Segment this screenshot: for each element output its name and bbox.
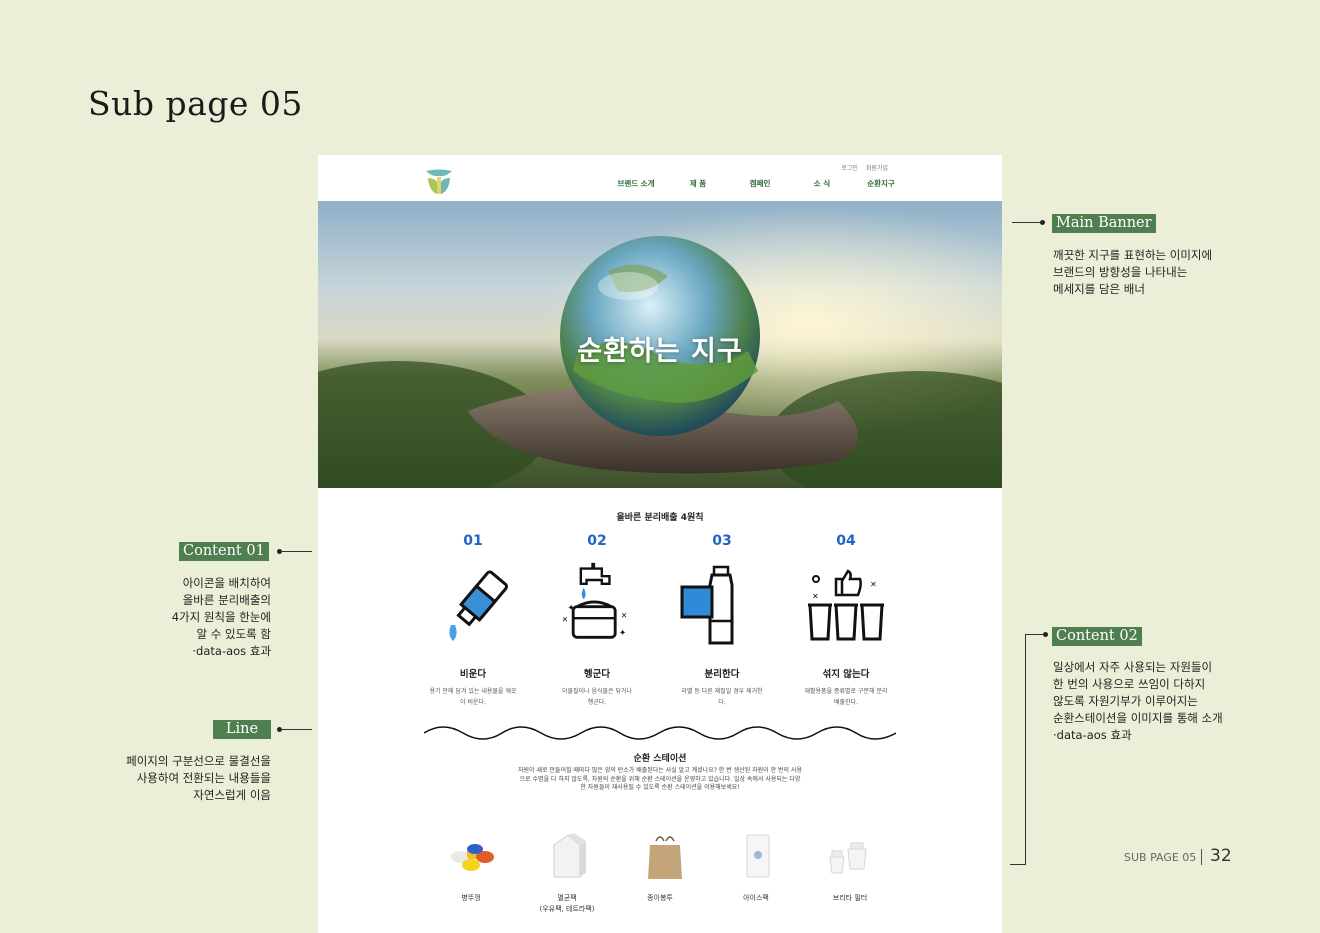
footer-divider [1201, 849, 1202, 865]
station-item-label: 멸균팩 [557, 894, 577, 902]
connector-dot [1040, 220, 1045, 225]
site-mockup: 로그인 회원가입 브랜드 소개 제 품 캠페인 소 식 순환지구 순환하는 지구… [318, 155, 1002, 933]
bottle-label-icon [680, 565, 734, 645]
site-header: 로그인 회원가입 브랜드 소개 제 품 캠페인 소 식 순환지구 [318, 155, 1002, 201]
rule-title: 섞지 않는다 [822, 669, 870, 680]
nav-brand[interactable]: 브랜드 소개 [603, 178, 669, 189]
nav-products[interactable]: 제 품 [669, 178, 727, 189]
rule-number: 04 [836, 533, 856, 549]
banner-title: 순환하는 지구 [577, 336, 743, 367]
rule-description: 라벨 등 다른 재질일 경우 제거한다. [681, 688, 763, 706]
annotation-tag-main-banner: Main Banner [1052, 214, 1156, 233]
utility-nav: 로그인 회원가입 [841, 163, 888, 172]
station-item-label: 브리타 필터 [832, 894, 868, 902]
station-heading: 순환 스테이션 [633, 754, 687, 764]
annotation-note-content02: 일상에서 자주 사용되는 자원들이 한 번의 사용으로 쓰임이 다하지 않도록 … [1053, 660, 1223, 742]
svg-text:✦: ✦ [567, 604, 574, 614]
connector-line [1010, 864, 1026, 865]
rule-number: 02 [587, 533, 607, 549]
rule-description: 이물질이나 음식물은 닦거나 헹군다. [561, 688, 633, 706]
paper-bag-icon [648, 836, 682, 879]
rule-description: 용기 안에 담겨 있는 내용물을 깨끗이 비운다. [429, 688, 517, 706]
faucet-rinse-icon: ✕ ✕ ✦ ✦ [562, 562, 627, 639]
nav-campaign[interactable]: 캠페인 [727, 178, 793, 189]
annotation-note-main-banner: 깨끗한 지구를 표현하는 이미지에 브랜드의 방향성을 나타내는 메세지를 담은… [1053, 248, 1213, 296]
svg-text:✕: ✕ [562, 615, 568, 624]
connector-line [1025, 634, 1026, 864]
rule-title: 분리한다 [704, 669, 740, 680]
station-item-sublabel: (우유팩, 테트라팩) [539, 905, 595, 913]
svg-text:✕: ✕ [870, 580, 877, 589]
station-description: 자원이 새로 만들어질 때마다 많은 양의 탄소가 배출된다는 사실 알고 계셨… [518, 767, 803, 791]
connector-line [280, 551, 312, 552]
connector-line [280, 729, 312, 730]
recycle-bins-icon: ✕ ✕ [808, 569, 884, 641]
rule-title: 헹군다 [583, 669, 611, 680]
svg-text:✕: ✕ [812, 592, 819, 601]
annotation-note-line: 페이지의 구분선으로 물결선을 사용하여 전환되는 내용들을 자연스럽게 이음 [126, 754, 271, 802]
page-number: 32 [1210, 846, 1232, 866]
station-item-label: 아이스팩 [743, 894, 769, 902]
rule-number: 03 [712, 533, 732, 549]
rule-number: 01 [463, 533, 483, 549]
brita-filter-icon [829, 842, 867, 874]
station-item-label: 병뚜껑 [461, 894, 481, 902]
nav-circular-earth[interactable]: 순환지구 [851, 178, 911, 189]
connector-dot [1043, 632, 1048, 637]
station-item-label: 종이봉투 [647, 894, 673, 902]
rule-title: 비운다 [459, 669, 487, 680]
page-title: Sub page 05 [88, 84, 303, 123]
brand-logo-icon[interactable] [424, 169, 454, 195]
milk-carton-icon [553, 833, 586, 878]
rule-description: 재활용품을 종류별로 구분해 분리배출한다. [804, 688, 888, 706]
svg-text:✕: ✕ [621, 611, 627, 620]
annotation-tag-content02: Content 02 [1052, 627, 1142, 646]
nav-news[interactable]: 소 식 [793, 178, 851, 189]
login-link[interactable]: 로그인 [841, 163, 858, 172]
ice-pack-icon [746, 834, 770, 878]
svg-text:✦: ✦ [619, 628, 626, 638]
signup-link[interactable]: 회원가입 [866, 163, 888, 172]
bottle-caps-icon [451, 844, 494, 871]
annotation-tag-content01: Content 01 [179, 542, 269, 561]
annotation-tag-line: Line [213, 720, 271, 739]
main-nav: 브랜드 소개 제 품 캠페인 소 식 순환지구 [603, 178, 911, 189]
annotation-note-content01: 아이콘을 배치하여 올바른 분리배출의 4가지 원칙을 한눈에 알 수 있도록 … [171, 576, 271, 658]
bottle-pour-icon [449, 570, 509, 641]
footer-section-label: SUB PAGE 05 [1124, 851, 1197, 864]
wave-divider [424, 726, 896, 740]
main-banner: 순환하는 지구 [318, 201, 1002, 488]
rules-heading: 올바른 분리배출 4원칙 [616, 513, 704, 523]
